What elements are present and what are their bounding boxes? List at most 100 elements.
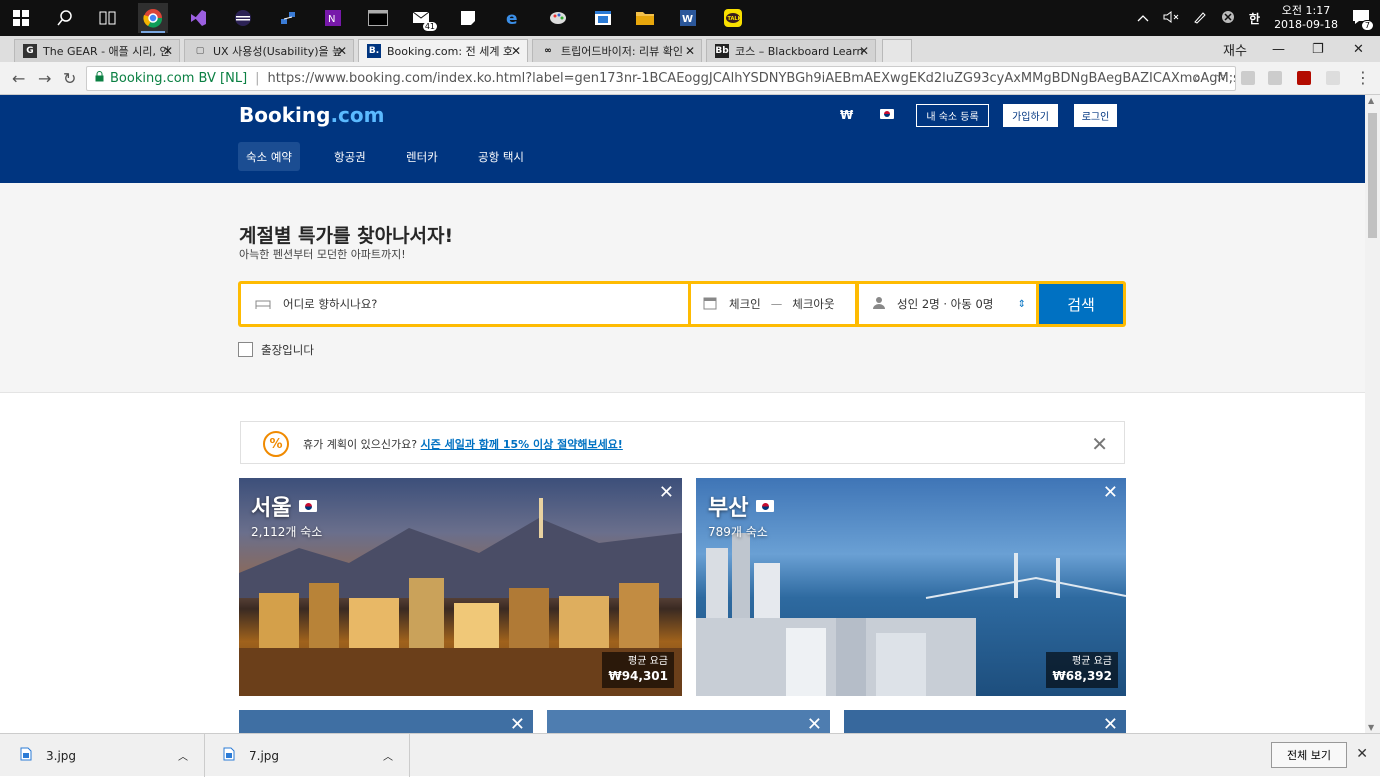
back-arrow-icon[interactable]: ← (12, 69, 25, 88)
business-trip-checkbox[interactable] (238, 342, 253, 357)
show-all-downloads-button[interactable]: 전체 보기 (1271, 742, 1347, 768)
chevron-up-icon[interactable]: ︿ (383, 748, 393, 763)
terminal-icon[interactable] (363, 3, 393, 33)
sticky-notes-icon[interactable] (453, 3, 483, 33)
window-app-icon[interactable] (588, 3, 618, 33)
separator: | (255, 71, 260, 86)
speaker-muted-icon[interactable] (1163, 10, 1179, 26)
action-center-icon[interactable]: 7 (1352, 9, 1374, 31)
paint-icon[interactable] (543, 3, 573, 33)
close-icon[interactable]: ✕ (510, 714, 525, 733)
edge-icon[interactable]: e (498, 3, 528, 33)
scroll-down-icon[interactable]: ▼ (1368, 723, 1374, 732)
forward-arrow-icon[interactable]: → (38, 69, 51, 88)
network-app-icon[interactable] (273, 3, 303, 33)
chevron-up-icon[interactable] (1137, 11, 1149, 25)
pen-icon[interactable] (1193, 10, 1207, 27)
tab-stays[interactable]: 숙소 예약 (238, 142, 300, 171)
download-item[interactable]: 3.jpg ︿ (0, 734, 205, 777)
profile-name[interactable]: 재수 (1223, 36, 1247, 62)
clock[interactable]: 오전 1:17 2018-09-18 (1274, 4, 1338, 32)
close-icon[interactable]: ✕ (163, 44, 173, 58)
tab-blackboard[interactable]: Bb 코스 – Blackboard Learn ✕ (706, 39, 876, 62)
extension-icon[interactable] (1268, 71, 1282, 85)
close-icon[interactable]: ✕ (859, 44, 869, 58)
new-tab-button[interactable] (882, 39, 912, 62)
close-icon[interactable]: ✕ (1091, 432, 1108, 456)
guests-selector[interactable]: 성인 2명 · 아동 0명 ⇕ (859, 284, 1036, 324)
tab-car-rental[interactable]: 렌터카 (398, 142, 446, 171)
chevron-updown-icon: ⇕ (1017, 298, 1026, 310)
image-file-icon (223, 747, 235, 764)
extension-icon[interactable] (1326, 71, 1340, 85)
destination-input[interactable]: 어디로 향하시나요? (241, 284, 688, 324)
extension-icon[interactable] (1241, 71, 1255, 85)
restore-icon[interactable]: ❐ (1312, 36, 1324, 62)
tab-tripadvisor[interactable]: ∞ 트립어드바이저: 리뷰 확인 ✕ (532, 39, 702, 62)
clock-time: 오전 1:17 (1281, 4, 1331, 17)
korea-flag-icon (299, 500, 318, 512)
close-icon[interactable]: ✕ (1103, 482, 1118, 503)
close-icon[interactable]: ✕ (1103, 714, 1118, 733)
destination-card-partial[interactable]: ✕ (547, 710, 830, 733)
mail-icon[interactable]: 41 (408, 3, 438, 33)
no-network-icon[interactable] (1221, 10, 1235, 27)
close-icon[interactable]: ✕ (807, 714, 822, 733)
list-property-button[interactable]: 내 숙소 등록 (916, 104, 989, 127)
menu-icon[interactable]: ⋮ (1355, 68, 1371, 87)
search-icon[interactable] (50, 3, 80, 33)
booking-logo[interactable]: Booking.com (239, 103, 384, 127)
language-flag-icon[interactable] (880, 109, 894, 119)
person-icon (873, 296, 885, 312)
destination-card-busan[interactable]: 부산 789개 숙소 ✕ 평균 요금 ₩68,392 (696, 478, 1126, 696)
task-view-icon[interactable] (93, 3, 123, 33)
search-hero: 계절별 특가를 찾아나서자! 아늑한 펜션부터 모던한 아파트까지! 어디로 향… (0, 183, 1365, 393)
signin-button[interactable]: 로그인 (1074, 104, 1117, 127)
tab-ux-usability[interactable]: ▢ UX 사용성(Usability)을 높 ✕ (184, 39, 354, 62)
page-scrollbar[interactable]: ▲ ▼ (1365, 95, 1380, 733)
hero-title: 계절별 특가를 찾아나서자! (239, 225, 454, 247)
tab-the-gear[interactable]: G The GEAR - 애플 시리, 인 ✕ (14, 39, 180, 62)
tab-booking[interactable]: B. Booking.com: 전 세계 호 ✕ (358, 39, 528, 62)
close-icon[interactable]: ✕ (659, 482, 674, 503)
tab-flights[interactable]: 항공권 (326, 142, 374, 171)
business-trip-label[interactable]: 출장입니다 (261, 342, 314, 358)
file-explorer-icon[interactable] (630, 3, 660, 33)
scroll-up-icon[interactable]: ▲ (1368, 96, 1374, 105)
visual-studio-icon[interactable] (183, 3, 213, 33)
chevron-up-icon[interactable]: ︿ (178, 748, 188, 763)
register-button[interactable]: 가입하기 (1003, 104, 1058, 127)
destination-card-partial[interactable]: ✕ (844, 710, 1126, 733)
window-close-icon[interactable]: ✕ (1353, 36, 1364, 62)
lock-icon (95, 71, 104, 86)
destination-card-partial[interactable]: ✕ (239, 710, 533, 733)
kakaotalk-icon[interactable]: TALK (718, 3, 748, 33)
address-bar[interactable]: Booking.com BV [NL] | https://www.bookin… (86, 66, 1236, 91)
windows-start-icon[interactable] (6, 3, 36, 33)
close-icon[interactable]: ✕ (511, 44, 521, 58)
word-icon[interactable]: W (673, 3, 703, 33)
close-icon[interactable]: ✕ (685, 44, 695, 58)
promo-link[interactable]: 시즌 세일과 함께 15% 이상 절약해보세요! (421, 438, 623, 451)
date-dash: — (770, 297, 783, 311)
close-icon[interactable]: ✕ (337, 44, 347, 58)
currency-selector[interactable]: ₩ (840, 108, 853, 122)
tab-airport-taxi[interactable]: 공항 택시 (470, 142, 532, 171)
scrollbar-thumb[interactable] (1368, 113, 1377, 238)
reload-icon[interactable]: ↻ (63, 69, 76, 88)
acrobat-icon[interactable] (1297, 71, 1311, 85)
destination-card-seoul[interactable]: 서울 2,112개 숙소 ✕ 평균 요금 ₩94,301 (239, 478, 682, 696)
star-icon[interactable]: ☆ (1215, 70, 1227, 85)
svg-text:e: e (506, 9, 518, 27)
search-icon[interactable]: ⌕ (1194, 71, 1201, 86)
date-picker[interactable]: 체크인 — 체크아웃 (691, 284, 855, 324)
chrome-icon[interactable] (138, 3, 168, 33)
ime-indicator[interactable]: 한 (1249, 10, 1260, 27)
eclipse-icon[interactable] (228, 3, 258, 33)
close-icon[interactable]: ✕ (1356, 746, 1368, 762)
checkin-label: 체크인 (729, 297, 761, 311)
download-item[interactable]: 7.jpg ︿ (205, 734, 410, 777)
search-button[interactable]: 검색 (1039, 284, 1123, 324)
onenote-icon[interactable]: N (318, 3, 348, 33)
minimize-icon[interactable]: — (1272, 36, 1285, 62)
